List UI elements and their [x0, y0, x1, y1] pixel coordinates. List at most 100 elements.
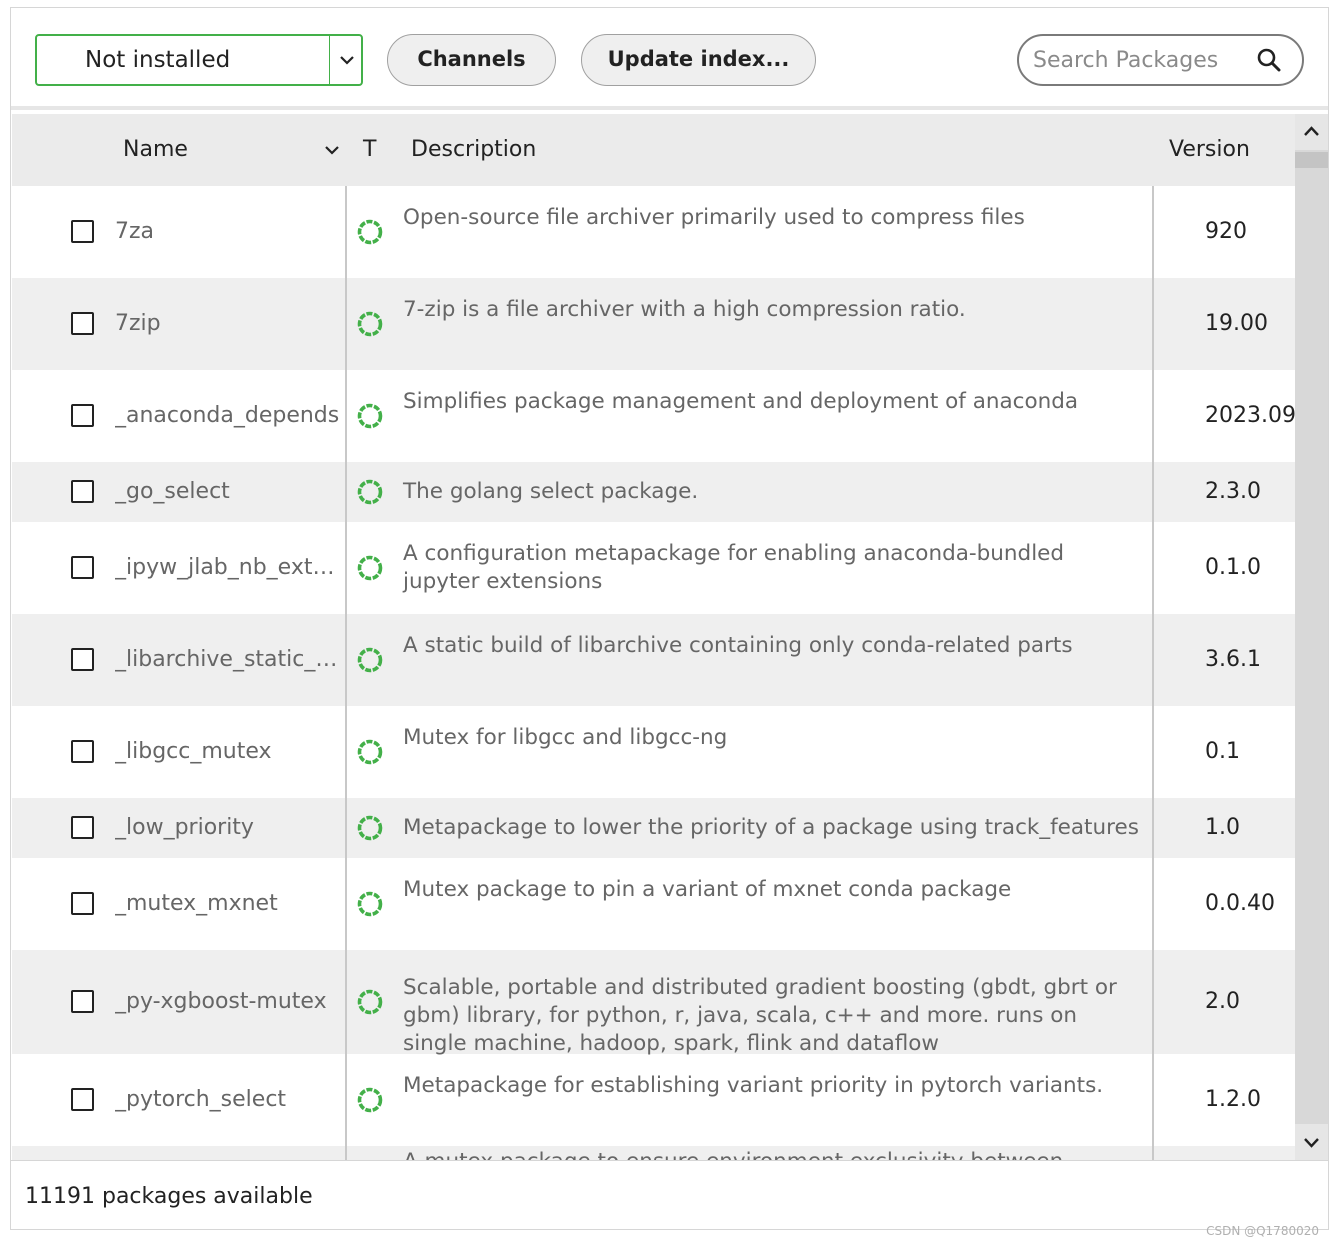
package-description: Scalable, portable and distributed gradi… — [403, 975, 1117, 1056]
chevron-down-icon[interactable] — [323, 141, 341, 159]
package-checkbox[interactable] — [71, 480, 94, 503]
package-status-icon[interactable] — [357, 739, 383, 765]
package-name: _libgcc_mutex — [115, 739, 272, 764]
column-header-description[interactable]: Description — [411, 114, 536, 186]
column-divider — [345, 706, 347, 798]
package-status-icon[interactable] — [357, 403, 383, 429]
package-status-icon[interactable] — [357, 555, 383, 581]
package-status-icon[interactable] — [357, 1087, 383, 1113]
package-description: A mutex package to ensure environment ex… — [403, 1148, 1143, 1160]
table-row[interactable]: 7zip 7-zip is a file archiver with a high… — [12, 278, 1295, 370]
package-description: Simplifies package management and deploy… — [403, 389, 1079, 414]
chevron-down-icon[interactable] — [337, 46, 357, 74]
vertical-scrollbar[interactable] — [1295, 114, 1328, 1160]
package-status-icon[interactable] — [357, 891, 383, 917]
package-status-icon[interactable] — [357, 479, 383, 505]
package-checkbox[interactable] — [71, 1088, 94, 1111]
column-divider — [345, 522, 347, 614]
package-name: _anaconda_depends — [115, 403, 340, 428]
table-row[interactable]: _mutex_mxnet Mutex package to pin a varia… — [12, 858, 1295, 950]
column-divider — [1152, 1146, 1154, 1160]
package-description: A static build of libarchive containing … — [403, 633, 1073, 658]
column-divider — [345, 1054, 347, 1146]
package-checkbox[interactable] — [71, 220, 94, 243]
column-divider — [1152, 462, 1154, 522]
column-divider — [1152, 522, 1154, 614]
table-row[interactable]: _ipyw_jlab_nb_ext… A configuration metapa… — [12, 522, 1295, 614]
packages-table: Name T Description Version 7za Open-sourc… — [12, 114, 1295, 1160]
table-body: 7za Open-source file archiver primarily u… — [12, 186, 1295, 1160]
column-divider — [1152, 186, 1154, 278]
chevron-down-icon — [1304, 1138, 1319, 1148]
package-description: Metapackage to lower the priority of a p… — [403, 815, 1139, 840]
table-row[interactable]: _libgcc_mutex Mutex for libgcc and libgcc… — [12, 706, 1295, 798]
package-status-icon[interactable] — [357, 815, 383, 841]
scroll-up-button[interactable] — [1295, 114, 1328, 150]
search-icon[interactable] — [1256, 47, 1282, 73]
package-checkbox[interactable] — [71, 648, 94, 671]
package-version: 0.1.0 — [1205, 555, 1261, 580]
column-divider — [345, 186, 347, 278]
column-header-version[interactable]: Version — [1169, 114, 1250, 186]
package-checkbox[interactable] — [71, 740, 94, 763]
column-divider — [1152, 706, 1154, 798]
package-filter-select[interactable]: Not installed — [35, 34, 363, 86]
package-name: _go_select — [115, 479, 230, 504]
column-divider — [1152, 950, 1154, 1054]
package-name: _py-xgboost-mutex — [115, 989, 327, 1014]
watermark: CSDN @Q1780020 — [1206, 1224, 1319, 1238]
package-status-icon[interactable] — [357, 219, 383, 245]
table-row[interactable]: _pytorch_select Metapackage for establish… — [12, 1054, 1295, 1146]
package-version: 2023.09 — [1205, 403, 1295, 428]
toolbar: Not installed Channels Update index... — [11, 8, 1328, 110]
packages-count: 11191 packages available — [25, 1184, 313, 1209]
package-version: 2.0 — [1205, 989, 1240, 1014]
table-row[interactable]: _py-xgboost-mutex Scalable, portable and … — [12, 950, 1295, 1056]
package-checkbox[interactable] — [71, 556, 94, 579]
search-box — [1017, 34, 1304, 86]
column-divider — [345, 858, 347, 950]
package-checkbox[interactable] — [71, 312, 94, 335]
column-divider — [345, 950, 347, 1054]
select-divider — [329, 36, 330, 84]
package-version: 0.0.40 — [1205, 891, 1275, 916]
table-row[interactable]: _libarchive_static_f… A static build of l… — [12, 614, 1295, 706]
package-version: 920 — [1205, 219, 1247, 244]
package-name: _libarchive_static_f… — [115, 647, 343, 672]
package-status-icon[interactable] — [357, 989, 383, 1015]
table-row[interactable]: 7za Open-source file archiver primarily u… — [12, 186, 1295, 278]
scroll-thumb[interactable] — [1295, 152, 1328, 168]
column-divider — [1152, 278, 1154, 370]
package-checkbox[interactable] — [71, 816, 94, 839]
scroll-down-button[interactable] — [1295, 1124, 1328, 1160]
package-filter-value: Not installed — [85, 47, 231, 73]
package-checkbox[interactable] — [71, 892, 94, 915]
search-input[interactable] — [1033, 44, 1243, 76]
table-header: Name T Description Version — [12, 114, 1295, 186]
package-name: _pytorch_select — [115, 1087, 287, 1112]
channels-button[interactable]: Channels — [387, 34, 556, 86]
package-status-icon[interactable] — [357, 647, 383, 673]
column-divider — [1152, 370, 1154, 462]
column-divider — [1152, 858, 1154, 950]
update-index-button[interactable]: Update index... — [581, 34, 816, 86]
package-version: 3.6.1 — [1205, 647, 1261, 672]
package-name: _ipyw_jlab_nb_ext… — [115, 555, 335, 580]
column-header-name[interactable]: Name — [123, 114, 188, 186]
package-status-icon[interactable] — [357, 311, 383, 337]
package-name: 7za — [115, 219, 155, 244]
package-description: Mutex for libgcc and libgcc-ng — [403, 725, 728, 750]
package-name: _mutex_mxnet — [115, 891, 278, 916]
package-description: 7-zip is a file archiver with a high com… — [403, 297, 966, 322]
table-row[interactable]: _anaconda_depends Simplifies package mana… — [12, 370, 1295, 462]
package-checkbox[interactable] — [71, 990, 94, 1013]
table-row[interactable]: A mutex package to ensure environment ex… — [12, 1146, 1295, 1160]
table-row[interactable]: _go_select The golang select package. 2.3.… — [12, 462, 1295, 522]
package-version: 1.0 — [1205, 815, 1240, 840]
package-description: A configuration metapackage for enabling… — [403, 541, 1065, 594]
column-divider — [345, 462, 347, 522]
table-row[interactable]: _low_priority Metapackage to lower the pr… — [12, 798, 1295, 858]
package-description: Open-source file archiver primarily used… — [403, 205, 1025, 230]
package-checkbox[interactable] — [71, 404, 94, 427]
column-header-type[interactable]: T — [363, 114, 376, 186]
